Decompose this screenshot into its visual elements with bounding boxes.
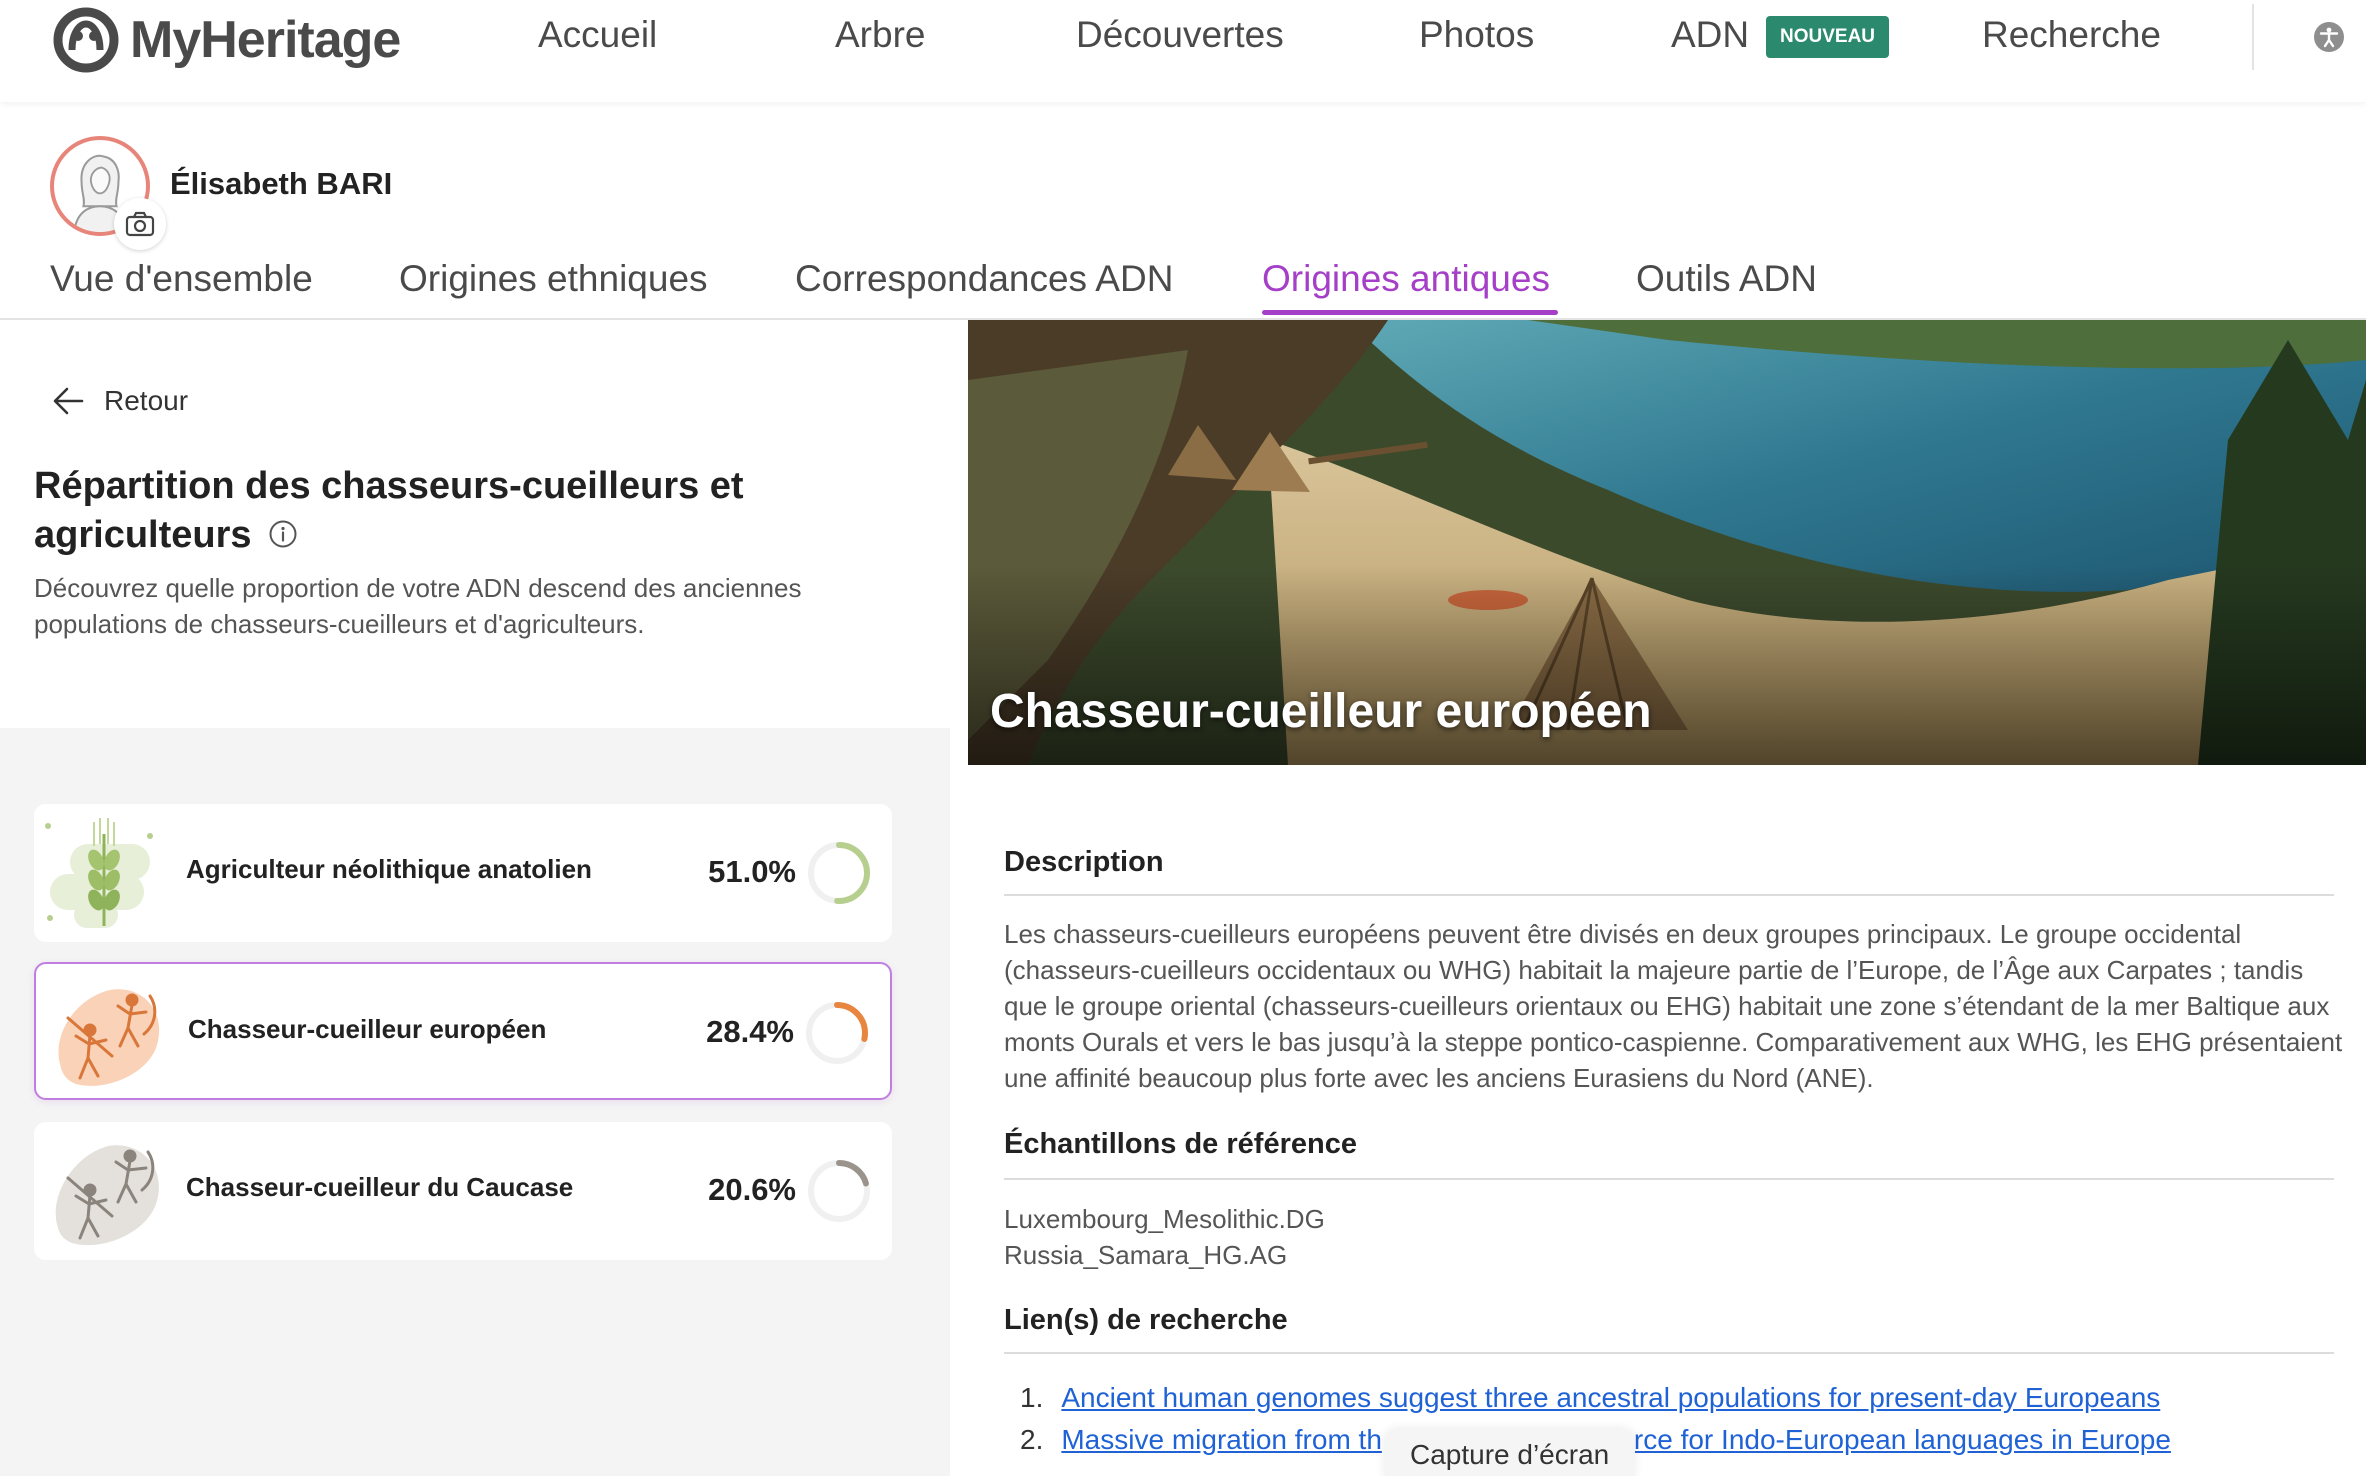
research-link[interactable]: Massive migration from th xyxy=(1061,1424,1382,1455)
caucasus-hunters-icon xyxy=(55,1145,159,1246)
ancestry-card-chasseur-caucase[interactable]: Chasseur-cueilleur du Caucase 20.6% xyxy=(34,1122,892,1260)
change-photo-button[interactable] xyxy=(114,198,166,250)
active-tab-indicator xyxy=(1262,310,1558,315)
nav-divider xyxy=(2252,4,2254,70)
tab-correspondances-adn[interactable]: Correspondances ADN xyxy=(795,258,1173,300)
nav-accueil[interactable]: Accueil xyxy=(538,14,657,56)
wheat-icon xyxy=(45,818,153,928)
logo-wordmark: MyHeritage xyxy=(130,11,401,69)
description-text: Les chasseurs-cueilleurs européens peuve… xyxy=(1004,919,2343,1093)
reference-sample: Luxembourg_Mesolithic.DG xyxy=(1004,1204,1325,1234)
tab-origines-antiques[interactable]: Origines antiques xyxy=(1262,258,1550,300)
hero-title: Chasseur-cueilleur européen xyxy=(990,685,1652,738)
link-number: 1. xyxy=(1020,1382,1044,1413)
tab-outils-adn[interactable]: Outils ADN xyxy=(1636,258,1817,300)
tab-vue-ensemble[interactable]: Vue d'ensemble xyxy=(50,258,313,300)
panel-description: Découvrez quelle proportion de votre ADN… xyxy=(34,573,802,639)
section-divider xyxy=(1004,1352,2334,1354)
back-button[interactable]: Retour xyxy=(52,384,188,418)
ancestry-label: Chasseur-cueilleur du Caucase xyxy=(186,1172,574,1202)
screenshot-toast: Capture d’écran xyxy=(1384,1428,1636,1476)
research-link[interactable]: Ancient human genomes suggest three ance… xyxy=(1061,1382,2160,1413)
panel-title-text: Répartition des chasseurs-cueilleurs et … xyxy=(34,465,744,556)
ancestry-label: Chasseur-cueilleur européen xyxy=(188,1014,547,1044)
section-divider xyxy=(1004,894,2334,896)
top-navigation: MyHeritage Accueil Arbre Découvertes Pho… xyxy=(0,0,2366,102)
hunters-icon xyxy=(58,989,160,1086)
links-heading: Lien(s) de recherche xyxy=(1004,1304,1288,1336)
link-number: 2. xyxy=(1020,1424,1044,1455)
ancestry-donut xyxy=(808,842,870,904)
ancestry-percent: 51.0% xyxy=(708,854,796,889)
info-icon[interactable] xyxy=(268,519,298,549)
nav-photos[interactable]: Photos xyxy=(1419,14,1534,56)
ancestry-donut xyxy=(806,1002,868,1064)
myheritage-logo[interactable]: MyHeritage xyxy=(50,6,401,74)
panel-title: Répartition des chasseurs-cueilleurs et … xyxy=(34,462,794,560)
myheritage-logo-icon xyxy=(53,7,119,73)
ancestry-donut xyxy=(808,1160,870,1222)
nav-adn[interactable]: ADN xyxy=(1671,14,1749,56)
ancestry-percent: 28.4% xyxy=(706,1014,794,1049)
ancestry-card-chasseur-europeen[interactable]: Chasseur-cueilleur européen 28.4% xyxy=(34,962,892,1100)
nav-decouvertes[interactable]: Découvertes xyxy=(1076,14,1284,56)
samples-heading: Échantillons de référence xyxy=(1004,1128,1357,1160)
ancestry-label: Agriculteur néolithique anatolien xyxy=(186,854,592,884)
nav-arbre[interactable]: Arbre xyxy=(835,14,925,56)
new-badge: NOUVEAU xyxy=(1766,16,1890,58)
tab-origines-ethniques[interactable]: Origines ethniques xyxy=(399,258,708,300)
reference-sample: Russia_Samara_HG.AG xyxy=(1004,1240,1288,1270)
research-link-item: 1. Ancient human genomes suggest three an… xyxy=(1020,1382,2160,1414)
research-link-end[interactable]: rce for Indo-European languages in Europ… xyxy=(1634,1424,2171,1455)
arrow-left-icon xyxy=(53,387,84,415)
accessibility-icon[interactable] xyxy=(2314,22,2344,52)
back-label: Retour xyxy=(104,385,189,416)
section-divider xyxy=(1004,1178,2334,1180)
ancestry-percent: 20.6% xyxy=(708,1172,796,1207)
profile-name: Élisabeth BARI xyxy=(170,166,393,201)
nav-recherche[interactable]: Recherche xyxy=(1982,14,2161,56)
description-heading: Description xyxy=(1004,846,1164,878)
camera-icon xyxy=(125,211,155,237)
ancestry-card-agriculteur[interactable]: Agriculteur néolithique anatolien 51.0% xyxy=(34,804,892,942)
